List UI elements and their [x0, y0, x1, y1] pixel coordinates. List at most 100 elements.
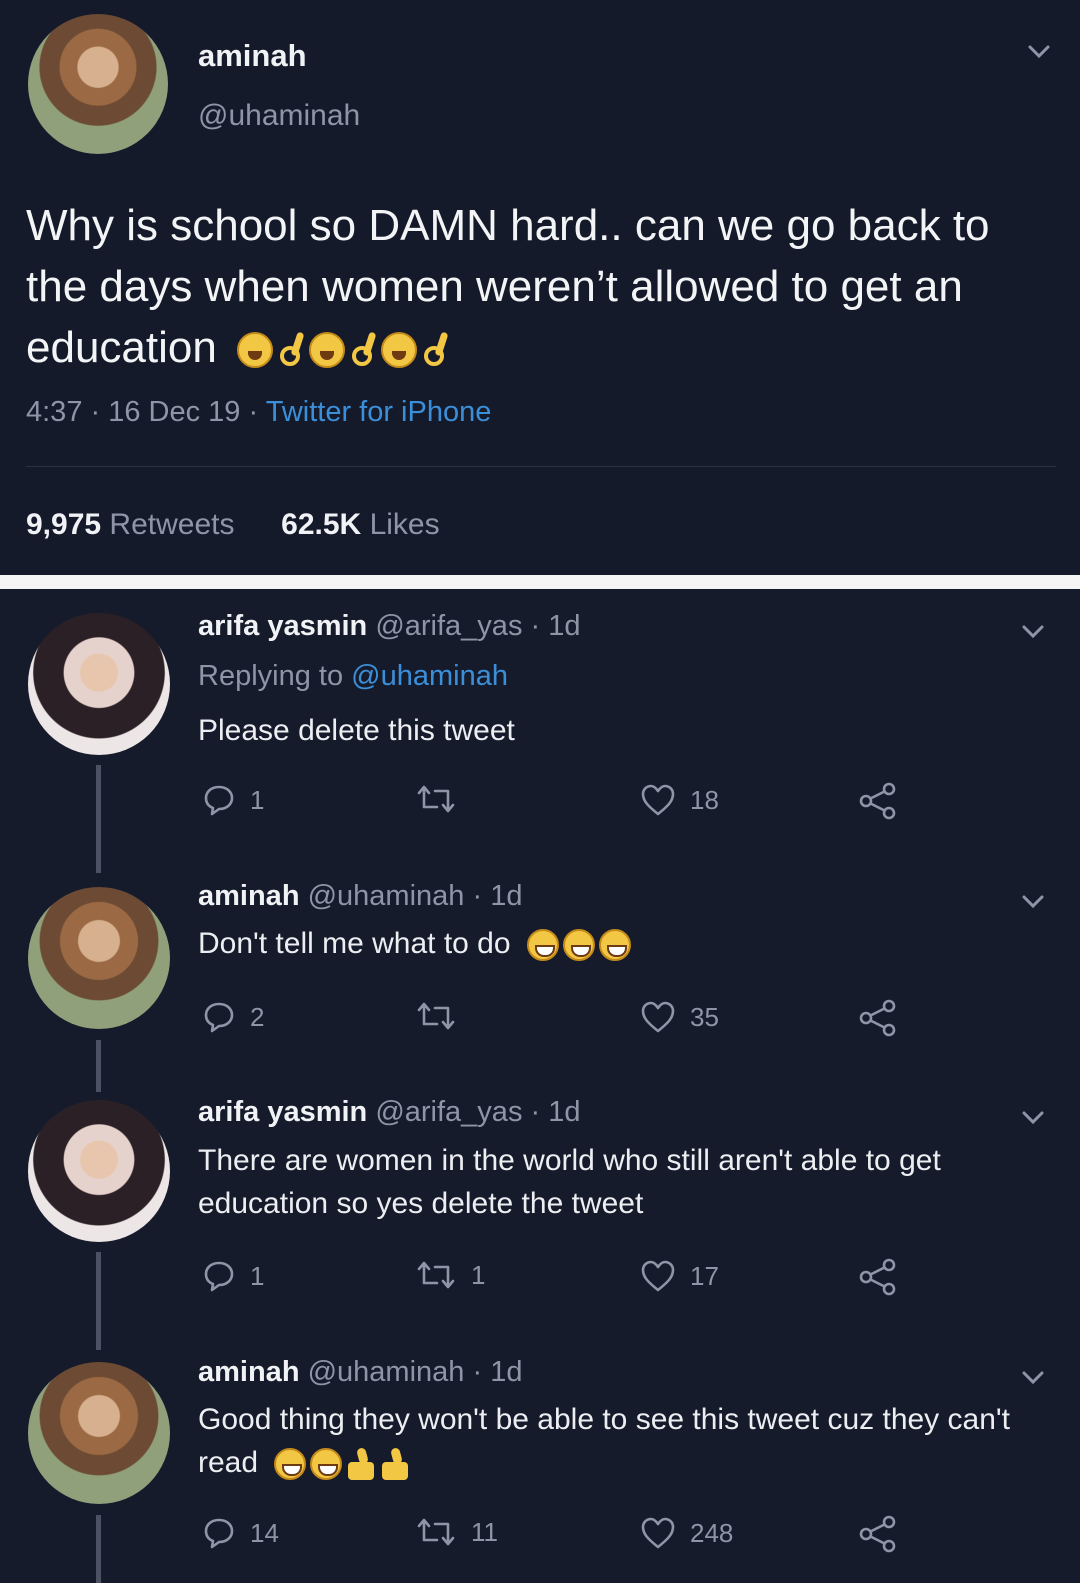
share-action[interactable]: [858, 1515, 898, 1553]
ok-hand-emoji: [349, 332, 377, 368]
reply-action[interactable]: 1: [202, 783, 264, 817]
heart-icon: [641, 1001, 675, 1033]
thread-line: [96, 765, 101, 873]
thread-line: [96, 1040, 101, 1092]
reply-text: There are women in the world who still a…: [198, 1144, 941, 1220]
reply-icon: [204, 785, 234, 816]
meta-separator: ·: [530, 1096, 549, 1128]
like-action[interactable]: 35: [640, 1000, 719, 1034]
chevron-down-icon[interactable]: [1020, 1364, 1046, 1390]
tweet-text: Why is school so DAMN hard.. can we go b…: [26, 195, 1056, 378]
share-icon: [859, 999, 896, 1037]
tears-of-joy-emoji: [562, 929, 595, 962]
retweet-action[interactable]: [415, 1000, 471, 1032]
chevron-down-icon[interactable]: [1026, 38, 1052, 64]
reply-avatar[interactable]: [28, 1362, 170, 1504]
reply-count: 2: [250, 1001, 265, 1032]
thumbs-up-emoji: [346, 1448, 376, 1481]
retweet-icon: [417, 1261, 455, 1289]
reply-icon: [204, 1002, 234, 1033]
reply-header: aminah @uhaminah · 1d: [198, 1356, 522, 1389]
reply-count: 14: [250, 1517, 279, 1548]
tweet-source-link[interactable]: Twitter for iPhone: [266, 396, 492, 428]
main-tweet: aminah @uhaminah Why is school so DAMN h…: [0, 0, 1080, 580]
like-action[interactable]: 17: [640, 1259, 719, 1293]
likes-count: 62.5K: [281, 508, 362, 541]
reply-action[interactable]: 1: [202, 1259, 264, 1293]
replying-handle-link[interactable]: @uhaminah: [351, 660, 508, 692]
meta-separator: ·: [90, 396, 109, 428]
retweet-action[interactable]: 1: [415, 1259, 485, 1291]
reply-author-name[interactable]: arifa yasmin: [198, 1096, 367, 1128]
replying-to: Replying to @uhaminah: [198, 660, 508, 693]
tweet-emojis: [237, 332, 449, 369]
reply-author-handle[interactable]: @arifa_yas: [375, 1096, 522, 1128]
reply-avatar[interactable]: [28, 887, 170, 1029]
ok-hand-emoji: [421, 332, 449, 368]
thread-line: [96, 1252, 101, 1350]
divider: [26, 466, 1056, 467]
meta-separator: ·: [472, 1356, 491, 1388]
retweet-action[interactable]: 11: [415, 1516, 498, 1548]
like-action[interactable]: 248: [640, 1516, 733, 1550]
reply-time[interactable]: 1d: [548, 1096, 580, 1128]
share-icon: [859, 1258, 896, 1296]
author-handle[interactable]: @uhaminah: [198, 99, 360, 133]
reply-time[interactable]: 1d: [490, 880, 522, 912]
share-icon: [859, 782, 896, 820]
share-action[interactable]: [858, 782, 898, 820]
heart-icon: [641, 784, 675, 816]
tweet-time[interactable]: 4:37: [26, 396, 82, 428]
reply-text: Good thing they won't be able to see thi…: [198, 1398, 1038, 1484]
ok-hand-emoji: [277, 332, 305, 368]
retweets-stat[interactable]: 9,975 Retweets: [26, 508, 234, 541]
screenshot-separator: [0, 575, 1080, 589]
likes-stat[interactable]: 62.5K Likes: [281, 508, 439, 541]
retweet-icon: [417, 785, 455, 813]
share-action[interactable]: [858, 1258, 898, 1296]
tweet-date[interactable]: 16 Dec 19: [108, 396, 240, 428]
share-action[interactable]: [858, 999, 898, 1037]
author-name[interactable]: aminah: [198, 38, 307, 74]
reply-count: 1: [250, 1260, 265, 1291]
tweet-meta: 4:37 · 16 Dec 19 · Twitter for iPhone: [26, 396, 491, 429]
weary-face-emoji: [309, 332, 346, 369]
meta-separator: ·: [472, 880, 491, 912]
reply-icon: [204, 1518, 234, 1549]
reply-avatar[interactable]: [28, 1100, 170, 1242]
reply-action[interactable]: 2: [202, 1000, 264, 1034]
retweet-icon: [417, 1002, 455, 1030]
reply-author-name[interactable]: aminah: [198, 1356, 300, 1388]
tears-of-joy-emoji: [274, 1448, 307, 1481]
thumbs-up-emoji: [380, 1448, 410, 1481]
reply-time[interactable]: 1d: [490, 1356, 522, 1388]
weary-face-emoji: [381, 332, 418, 369]
tweet-body: Why is school so DAMN hard.. can we go b…: [26, 201, 990, 372]
like-action[interactable]: 18: [640, 783, 719, 817]
tears-of-joy-emoji: [310, 1448, 343, 1481]
reply-avatar[interactable]: [28, 613, 170, 755]
heart-icon: [641, 1260, 675, 1292]
reply-action[interactable]: 14: [202, 1516, 279, 1550]
author-avatar[interactable]: [28, 14, 168, 154]
tears-of-joy-emoji: [598, 929, 631, 962]
reply-author-handle[interactable]: @uhaminah: [308, 880, 465, 912]
chevron-down-icon[interactable]: [1020, 888, 1046, 914]
chevron-down-icon[interactable]: [1020, 618, 1046, 644]
reply-author-handle[interactable]: @arifa_yas: [375, 610, 522, 642]
heart-icon: [641, 1517, 675, 1549]
retweet-action[interactable]: [415, 783, 471, 815]
retweets-count: 9,975: [26, 508, 102, 541]
weary-face-emoji: [237, 332, 274, 369]
replying-prefix: Replying to: [198, 660, 344, 692]
reply-author-name[interactable]: aminah: [198, 880, 300, 912]
reply-time[interactable]: 1d: [548, 610, 580, 642]
meta-separator: ·: [248, 396, 266, 428]
reply-author-handle[interactable]: @uhaminah: [308, 1356, 465, 1388]
reply-author-name[interactable]: arifa yasmin: [198, 610, 367, 642]
retweet-count: 1: [471, 1259, 486, 1290]
reply-header: aminah @uhaminah · 1d: [198, 880, 522, 913]
like-count: 17: [690, 1260, 719, 1291]
chevron-down-icon[interactable]: [1020, 1104, 1046, 1130]
likes-label: Likes: [369, 508, 440, 541]
